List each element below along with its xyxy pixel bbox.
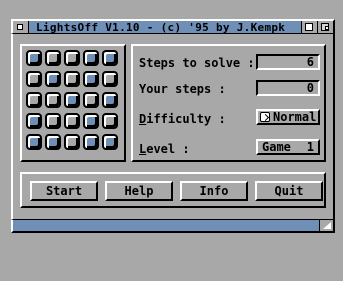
actions-panel: Start Help Info Quit	[20, 172, 326, 208]
light-cell[interactable]	[102, 113, 118, 129]
light-cell[interactable]	[102, 92, 118, 108]
steps-to-solve-value: 6	[256, 54, 320, 70]
level-value-prefix: Game	[262, 140, 291, 154]
steps-to-solve-label: Steps to solve :	[139, 56, 255, 70]
your-steps-label: Your steps :	[139, 82, 226, 96]
start-button[interactable]: Start	[30, 181, 98, 201]
difficulty-value: Normal	[273, 110, 317, 124]
title-bar[interactable]: LightsOff V1.10 - (c) '95 by J.Kempk	[11, 19, 335, 34]
help-button[interactable]: Help	[105, 181, 173, 201]
light-cell[interactable]	[45, 92, 61, 108]
cycle-icon	[260, 112, 270, 122]
light-cell[interactable]	[102, 50, 118, 66]
light-cell[interactable]	[83, 50, 99, 66]
size-gadget-icon[interactable]	[319, 220, 333, 231]
light-cell[interactable]	[102, 134, 118, 150]
light-cell[interactable]	[83, 113, 99, 129]
light-cell[interactable]	[26, 113, 42, 129]
depth-gadget-icon[interactable]	[301, 21, 317, 33]
light-cell[interactable]	[26, 50, 42, 66]
screen: LightsOff V1.10 - (c) '95 by J.Kempk Ste…	[0, 0, 343, 281]
light-cell[interactable]	[45, 113, 61, 129]
light-cell[interactable]	[64, 50, 80, 66]
light-grid	[26, 50, 120, 152]
light-cell[interactable]	[83, 134, 99, 150]
light-cell[interactable]	[26, 92, 42, 108]
your-steps-value: 0	[256, 80, 320, 96]
level-label: Level :	[139, 142, 190, 156]
info-button[interactable]: Info	[180, 181, 248, 201]
light-cell[interactable]	[83, 92, 99, 108]
difficulty-cycle-button[interactable]: Normal	[256, 109, 320, 125]
close-gadget-icon[interactable]	[13, 21, 29, 33]
light-cell[interactable]	[83, 71, 99, 87]
light-cell[interactable]	[64, 92, 80, 108]
difficulty-label: Difficulty :	[139, 112, 226, 126]
light-cell[interactable]	[45, 134, 61, 150]
stats-panel: Steps to solve : 6 Your steps : 0 Diffic…	[131, 44, 326, 162]
light-cell[interactable]	[64, 113, 80, 129]
light-cell[interactable]	[64, 134, 80, 150]
quit-button[interactable]: Quit	[255, 181, 323, 201]
light-cell[interactable]	[45, 50, 61, 66]
light-cell[interactable]	[45, 71, 61, 87]
window-title: LightsOff V1.10 - (c) '95 by J.Kempk	[36, 20, 286, 34]
light-cell[interactable]	[26, 71, 42, 87]
light-cell[interactable]	[102, 71, 118, 87]
light-cell[interactable]	[64, 71, 80, 87]
light-cell[interactable]	[26, 134, 42, 150]
window-bottom-bar	[11, 219, 335, 233]
zoom-gadget-icon[interactable]	[317, 21, 333, 33]
light-grid-panel	[20, 44, 126, 162]
level-value-number: 1	[306, 140, 314, 154]
level-button[interactable]: Game 1	[256, 139, 320, 155]
